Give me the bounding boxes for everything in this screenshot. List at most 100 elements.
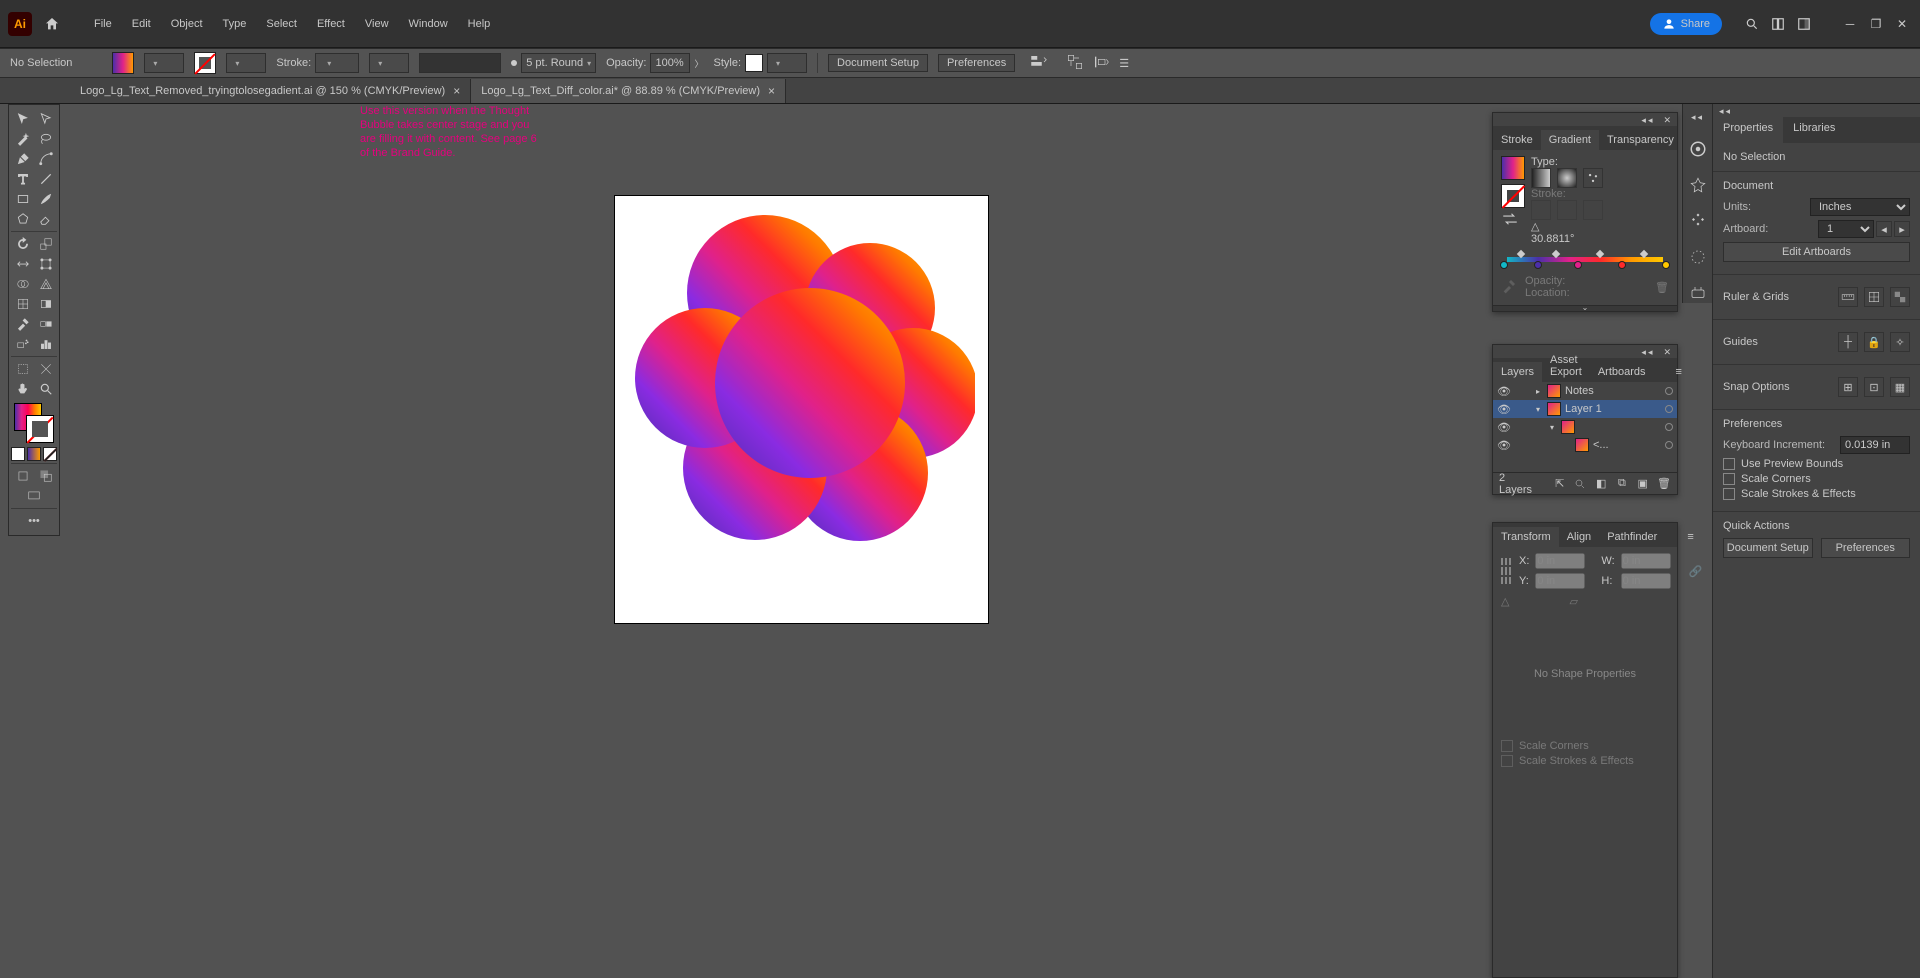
edit-artboards-button[interactable]: Edit Artboards [1723,242,1910,262]
close-icon[interactable]: × [768,84,775,98]
window-close-icon[interactable]: ✕ [1892,14,1912,34]
layer-visibility-icon[interactable]: 👁 [1497,439,1511,452]
locate-object-icon[interactable]: ⇱ [1553,477,1566,491]
arrange-documents-icon[interactable] [1768,14,1788,34]
zoom-tool-icon[interactable] [34,379,57,399]
rotate-tool-icon[interactable] [11,234,34,254]
align-flyout-icon[interactable] [1029,53,1047,74]
gradient-color-stop[interactable] [1618,261,1626,269]
color-mode-none[interactable] [43,447,57,461]
transform-w-input[interactable] [1621,553,1671,569]
layer-visibility-icon[interactable]: 👁 [1497,421,1511,434]
workspace-switcher-icon[interactable] [1794,14,1814,34]
menu-edit[interactable]: Edit [122,18,161,30]
artboard-tool-icon[interactable] [11,359,34,379]
delete-stop-icon[interactable]: 🗑 [1655,281,1669,294]
window-restore-icon[interactable]: ❐ [1866,14,1886,34]
paintbrush-tool-icon[interactable] [34,189,57,209]
tab-gradient[interactable]: Gradient [1541,130,1599,150]
opacity-input[interactable]: 100% [650,53,690,73]
blend-tool-icon[interactable] [34,314,57,334]
width-tool-icon[interactable] [11,254,34,274]
pen-tool-icon[interactable] [11,149,34,169]
ruler-toggle-icon[interactable] [1838,287,1858,307]
search-icon[interactable] [1742,14,1762,34]
layer-twirl-icon[interactable]: ▸ [1533,387,1543,396]
gradient-color-stop[interactable] [1534,261,1542,269]
line-segment-tool-icon[interactable] [34,169,57,189]
tab-libraries[interactable]: Libraries [1783,117,1845,143]
selection-tool-icon[interactable] [11,109,34,129]
menu-type[interactable]: Type [213,18,257,30]
symbol-sprayer-tool-icon[interactable] [11,334,34,354]
scale-corners-checkbox[interactable] [1723,473,1735,485]
keyboard-increment-input[interactable] [1840,436,1910,454]
menu-help[interactable]: Help [458,18,501,30]
gradient-type-radial[interactable] [1557,168,1577,188]
tab-stroke[interactable]: Stroke [1493,130,1541,150]
fill-dropdown[interactable] [144,53,184,73]
document-tab-1[interactable]: Logo_Lg_Text_Removed_tryingtolosegadient… [70,79,471,103]
menu-view[interactable]: View [355,18,399,30]
layer-twirl-icon[interactable]: ▾ [1547,423,1557,432]
constrain-proportions-icon[interactable]: 🔗 [1689,565,1703,578]
draw-normal-icon[interactable] [11,466,34,486]
curvature-tool-icon[interactable] [34,149,57,169]
transform-scale-corners-checkbox[interactable] [1501,740,1513,752]
perspective-grid-tool-icon[interactable] [34,274,57,294]
layer-target-icon[interactable] [1665,387,1673,395]
scale-strokes-checkbox[interactable] [1723,488,1735,500]
magic-wand-tool-icon[interactable] [11,129,34,149]
variable-width-profile[interactable] [369,53,409,73]
transform-h-input[interactable] [1621,573,1671,589]
color-panel-icon[interactable] [1688,139,1708,159]
tab-artboards[interactable]: Artboards [1590,362,1654,382]
close-icon[interactable]: × [453,84,460,98]
swatches-panel-icon[interactable] [1688,211,1708,231]
color-guide-panel-icon[interactable] [1688,175,1708,195]
layer-row[interactable]: 👁 ▾ [1493,418,1677,436]
edit-toolbar-icon[interactable]: ••• [11,511,57,531]
reverse-gradient-icon[interactable] [1501,212,1525,229]
layer-target-icon[interactable] [1665,423,1673,431]
gradient-stroke-preview[interactable] [1501,184,1525,208]
stop-color-picker-icon[interactable] [1501,278,1517,297]
color-mode-solid[interactable] [11,447,25,461]
grid-toggle-icon[interactable] [1864,287,1884,307]
shape-builder-tool-icon[interactable] [11,274,34,294]
preferences-button[interactable]: Preferences [938,54,1015,72]
document-tab-2[interactable]: Logo_Lg_Text_Diff_color.ai* @ 88.89 % (C… [471,79,786,103]
gradient-fill-preview[interactable] [1501,156,1525,180]
transform-scale-strokes-checkbox[interactable] [1501,755,1513,767]
tab-asset-export[interactable]: Asset Export [1542,350,1590,382]
quick-preferences-button[interactable]: Preferences [1821,538,1911,558]
hand-tool-icon[interactable] [11,379,34,399]
snap-to-point-icon[interactable]: ⊡ [1864,377,1884,397]
panel-menu-icon[interactable]: ☰ [1119,57,1129,70]
menu-select[interactable]: Select [256,18,307,30]
tab-transparency[interactable]: Transparency [1599,130,1682,150]
gradient-angle-input[interactable]: 30.8811° [1531,233,1595,245]
stroke-weight-stepper[interactable] [315,53,359,73]
snap-to-pixel-icon[interactable]: ⊞ [1838,377,1858,397]
free-transform-tool-icon[interactable] [34,254,57,274]
layer-visibility-icon[interactable]: 👁 [1497,403,1511,416]
gradient-slider[interactable] [1501,251,1669,269]
menu-effect[interactable]: Effect [307,18,355,30]
tab-align[interactable]: Align [1559,527,1599,547]
style-swatch[interactable] [745,54,763,72]
snap-to-grid-icon[interactable]: ▦ [1890,377,1910,397]
style-dropdown[interactable] [767,53,807,73]
brush-preview[interactable] [419,53,501,73]
document-setup-button[interactable]: Document Setup [828,54,928,72]
draw-behind-icon[interactable] [34,466,57,486]
use-preview-bounds-checkbox[interactable] [1723,458,1735,470]
home-icon[interactable] [40,12,64,36]
menu-file[interactable]: File [84,18,122,30]
smart-guides-icon[interactable]: ✧ [1890,332,1910,352]
mesh-tool-icon[interactable] [11,294,34,314]
rotate-input[interactable] [1517,595,1561,608]
stroke-dropdown[interactable] [226,53,266,73]
lasso-tool-icon[interactable] [34,129,57,149]
delete-layer-icon[interactable]: 🗑 [1657,477,1671,491]
